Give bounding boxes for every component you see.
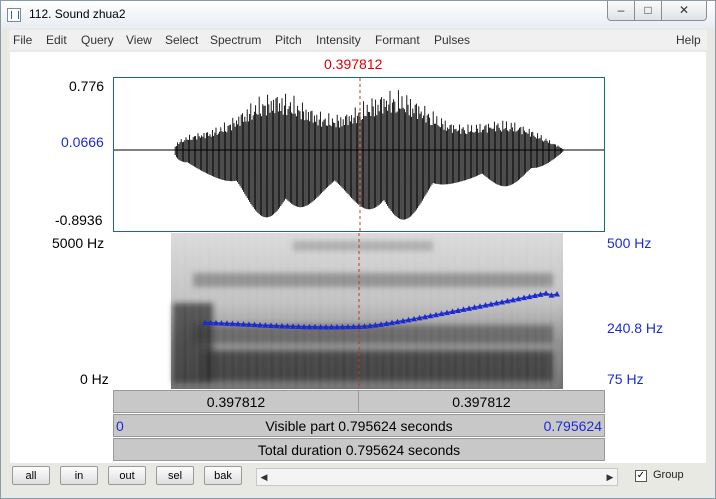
right-segment-duration: 0.397812: [452, 394, 511, 410]
bottom-toolbar: all in out sel bak ◀ ▶ ✓ Group: [9, 465, 707, 489]
pitch-bottom-label: 75 Hz: [607, 371, 644, 387]
selection-left-bar[interactable]: 0.397812: [113, 390, 359, 413]
pitch-top-label: 500 Hz: [607, 235, 652, 251]
visible-end-time: 0.795624: [543, 418, 602, 434]
waveform-min-label: -0.8936: [55, 212, 103, 228]
waveform-trace: [174, 90, 564, 220]
visible-start-time: 0: [116, 418, 124, 434]
title-bar[interactable]: 112. Sound zhua2 – □ ✕: [1, 1, 715, 29]
time-scrollbar[interactable]: ◀ ▶: [256, 468, 618, 486]
menu-pitch[interactable]: Pitch: [275, 33, 302, 47]
waveform-panel[interactable]: [113, 77, 605, 232]
menu-spectrum[interactable]: Spectrum: [210, 33, 261, 47]
total-duration-bar[interactable]: Total duration 0.795624 seconds: [113, 438, 605, 461]
menu-help[interactable]: Help: [676, 33, 701, 47]
waveform-max-label: 0.776: [69, 78, 105, 94]
visible-part-bar[interactable]: 0 Visible part 0.795624 seconds 0.795624: [113, 414, 605, 437]
praat-window-icon: [7, 8, 21, 22]
group-checkbox[interactable]: ✓: [635, 470, 647, 482]
menu-query[interactable]: Query: [81, 33, 114, 47]
menu-bar: File Edit Query View Select Spectrum Pit…: [9, 30, 707, 50]
maximize-icon: □: [644, 3, 652, 17]
maximize-button[interactable]: □: [634, 1, 662, 21]
left-segment-duration: 0.397812: [206, 394, 266, 410]
menu-edit[interactable]: Edit: [46, 33, 67, 47]
menu-formant[interactable]: Formant: [375, 33, 420, 47]
menu-select[interactable]: Select: [165, 33, 198, 47]
menu-pulses[interactable]: Pulses: [434, 33, 470, 47]
selection-right-bar[interactable]: 0.397812: [358, 390, 605, 413]
minimize-button[interactable]: –: [607, 1, 635, 21]
waveform-cursor-value-label: 0.0666: [61, 134, 104, 150]
zoom-selection-button[interactable]: sel: [156, 466, 194, 485]
window-title: 112. Sound zhua2: [29, 7, 126, 21]
visible-part-label: Visible part 0.795624 seconds: [265, 418, 453, 434]
spectrogram-panel[interactable]: [113, 233, 605, 389]
minimize-icon: –: [617, 3, 625, 17]
scroll-left-icon[interactable]: ◀: [257, 469, 271, 485]
menu-intensity[interactable]: Intensity: [316, 33, 361, 47]
checkmark-icon: ✓: [636, 470, 646, 481]
pitch-mid-label: 240.8 Hz: [607, 320, 664, 336]
menu-file[interactable]: File: [13, 33, 32, 47]
zoom-out-button[interactable]: out: [108, 466, 146, 485]
spectrogram-bottom-freq-label: 0 Hz: [80, 371, 109, 387]
waveform-plot: [114, 78, 604, 231]
zoom-back-button[interactable]: bak: [204, 466, 242, 485]
cursor-time-label: 0.397812: [324, 56, 383, 72]
zoom-all-button[interactable]: all: [12, 466, 50, 485]
zoom-in-button[interactable]: in: [60, 466, 98, 485]
close-icon: ✕: [678, 3, 690, 17]
group-label: Group: [653, 469, 684, 481]
total-duration-label: Total duration 0.795624 seconds: [257, 442, 461, 458]
spectrogram-plot: [171, 233, 563, 389]
spectrogram-top-freq-label: 5000 Hz: [52, 235, 105, 251]
menu-view[interactable]: View: [126, 33, 152, 47]
sound-editor-window: 112. Sound zhua2 – □ ✕ File Edit Query V…: [0, 0, 716, 499]
scroll-right-icon[interactable]: ▶: [603, 469, 617, 485]
close-button[interactable]: ✕: [661, 1, 707, 21]
